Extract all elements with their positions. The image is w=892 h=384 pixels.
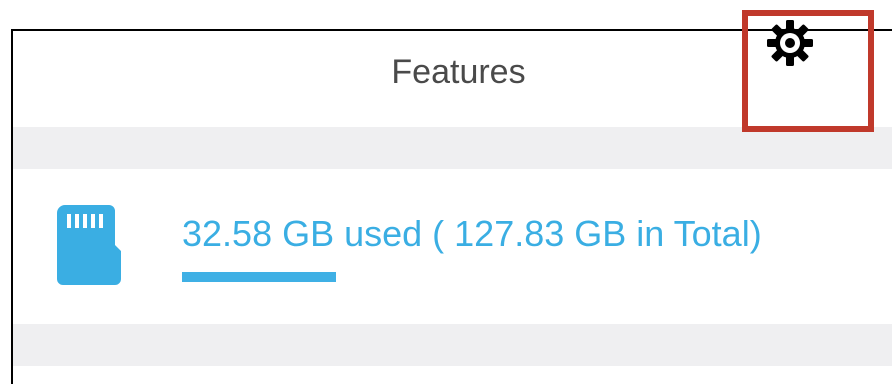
- gear-icon: [767, 20, 813, 66]
- storage-usage-row[interactable]: 32.58 GB used ( 127.83 GB in Total): [13, 169, 892, 324]
- section-separator: [13, 324, 892, 366]
- storage-progress-bar: [182, 272, 787, 282]
- storage-progress-fill: [182, 272, 337, 282]
- sd-card-icon: [57, 205, 121, 285]
- section-separator: [13, 127, 892, 169]
- settings-button[interactable]: [760, 18, 820, 68]
- storage-usage-label: 32.58 GB used ( 127.83 GB in Total): [182, 213, 762, 254]
- app-screen: Features 32.58 GB used ( 127.83 GB in To…: [11, 29, 892, 384]
